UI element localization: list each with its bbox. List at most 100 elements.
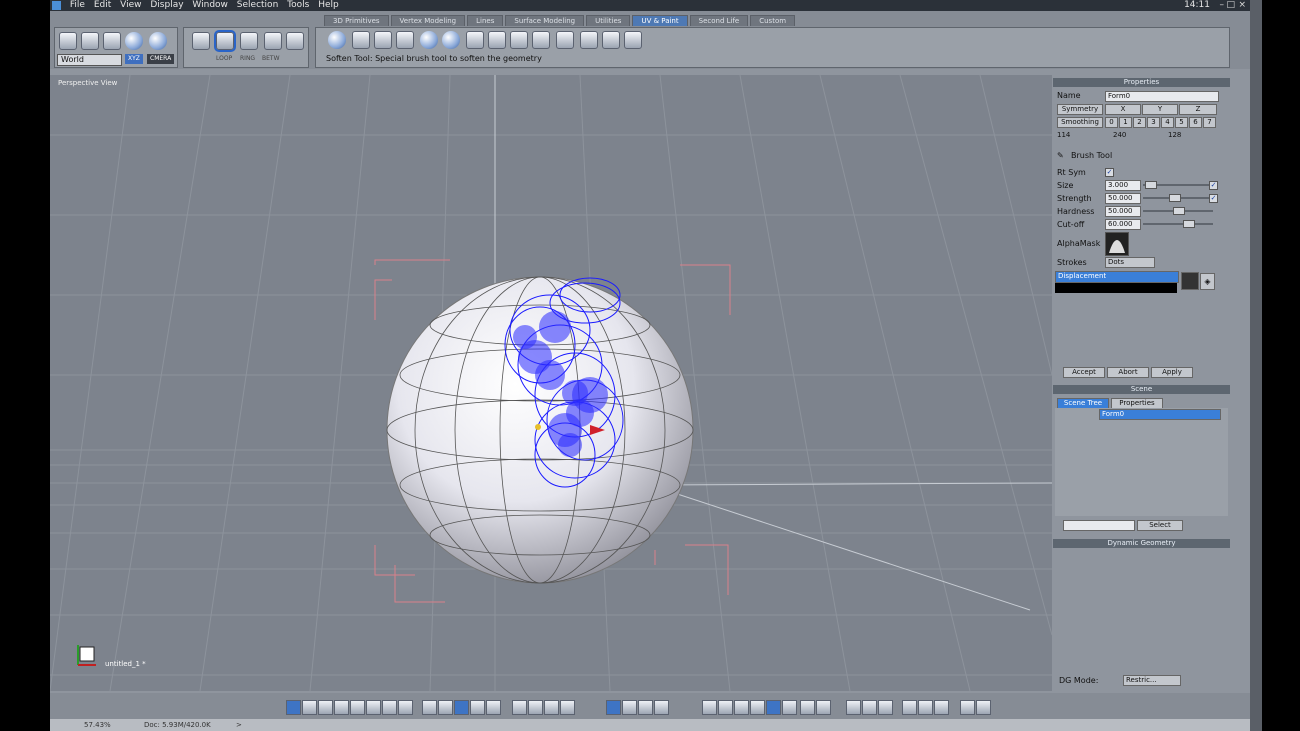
camera-toggle[interactable]: CMERA [147,54,175,64]
abort-button[interactable]: Abort [1107,367,1149,378]
menu-edit[interactable]: Edit [94,0,111,11]
split-h-view-icon[interactable] [318,700,333,715]
object-mode-icon[interactable] [192,32,210,50]
orbit-view-icon[interactable] [560,700,575,715]
smoothing-button[interactable]: Smoothing [1057,117,1103,128]
isolate-icon[interactable] [878,700,893,715]
pan-view-icon[interactable] [528,700,543,715]
uv-pin-icon[interactable] [556,31,574,49]
uv-view-icon[interactable] [422,700,437,715]
fit-view-icon[interactable] [512,700,527,715]
menu-display[interactable]: Display [150,0,183,11]
tab-lines[interactable]: Lines [467,15,504,26]
tab-uv-paint[interactable]: UV & Paint [632,15,688,26]
scale-tool-icon[interactable] [149,32,167,50]
light-shade-icon[interactable] [816,700,831,715]
wire-icon[interactable] [718,700,733,715]
uv-relax-icon[interactable] [602,31,620,49]
three-view-alt-icon[interactable] [366,700,381,715]
hardness-slider-handle[interactable] [1173,207,1185,215]
layer-color-swatch[interactable] [1181,272,1199,290]
sym-x-button[interactable]: X [1105,104,1141,115]
layout-a-icon[interactable] [382,700,397,715]
xray-icon[interactable] [862,700,877,715]
strength-slider-handle[interactable] [1169,194,1181,202]
tab-second-life[interactable]: Second Life [689,15,749,26]
accept-button[interactable]: Accept [1063,367,1105,378]
grid-view-icon[interactable] [454,700,469,715]
material-shade-icon[interactable] [800,700,815,715]
strokes-select[interactable]: Dots [1105,257,1155,268]
smooth-shade-icon[interactable] [750,700,765,715]
smoothing-level-4[interactable]: 4 [1161,117,1174,128]
paint-view-icon[interactable] [438,700,453,715]
texture-shade-icon[interactable] [782,700,797,715]
quad-view-icon[interactable] [302,700,317,715]
smoothing-level-0[interactable]: 0 [1105,117,1118,128]
size-slider-handle[interactable] [1145,181,1157,189]
layer-list[interactable] [1055,283,1177,293]
move-tool-icon[interactable] [103,32,121,50]
walk-camera-icon[interactable] [638,700,653,715]
menu-view[interactable]: View [120,0,141,11]
move-camera-icon[interactable] [606,700,621,715]
size-field[interactable]: 3.000 [1105,180,1141,191]
smoothing-level-3[interactable]: 3 [1147,117,1160,128]
ring-button[interactable]: RING [240,55,255,62]
rotate-tool-icon[interactable] [125,32,143,50]
dg-mode-select[interactable]: Restric... [1123,675,1181,686]
smooth-wire-shade-icon[interactable] [766,700,781,715]
layer-item-displacement[interactable]: Displacement [1055,271,1179,283]
tab-3d-primitives[interactable]: 3D Primitives [324,15,389,26]
hardness-field[interactable]: 50.000 [1105,206,1141,217]
strength-pressure-checkbox[interactable]: ✓ [1209,194,1218,203]
select-tool-icon[interactable] [59,32,77,50]
layout-b-icon[interactable] [398,700,413,715]
rt-sym-checkbox[interactable]: ✓ [1105,168,1114,177]
head-icon[interactable] [442,31,460,49]
tab-custom[interactable]: Custom [750,15,796,26]
scene-search-field[interactable] [1063,520,1135,531]
seam-icon[interactable] [488,31,506,49]
perspective-viewport[interactable]: Perspective View untitled_1 * [50,75,1052,691]
symmetry-button[interactable]: Symmetry [1057,104,1103,115]
unwrap-icon[interactable] [466,31,484,49]
sym-z-button[interactable]: Z [1179,104,1217,115]
vertex-mode-icon[interactable] [264,32,282,50]
soften-brush-icon[interactable] [352,31,370,49]
unhide-icon[interactable] [918,700,933,715]
menu-selection[interactable]: Selection [237,0,278,11]
flatten-brush-icon[interactable] [374,31,392,49]
tab-surface-modeling[interactable]: Surface Modeling [505,15,585,26]
cube-map-icon[interactable] [396,31,414,49]
alphamask-preview[interactable] [1105,232,1129,256]
smoothing-level-7[interactable]: 7 [1203,117,1216,128]
color-sphere-icon[interactable] [420,31,438,49]
hide-icon[interactable] [902,700,917,715]
menu-window[interactable]: Window [192,0,228,11]
menu-tools[interactable]: Tools [287,0,309,11]
table-view-icon[interactable] [486,700,501,715]
tab-utilities[interactable]: Utilities [586,15,631,26]
dolly-camera-icon[interactable] [654,700,669,715]
flag-view-icon[interactable] [470,700,485,715]
uv-flatten-icon[interactable] [580,31,598,49]
three-view-icon[interactable] [350,700,365,715]
status-arrow-icon[interactable]: > [236,721,242,729]
name-field[interactable]: Form0 [1105,91,1219,102]
uv-edit-icon[interactable] [510,31,528,49]
split-v-view-icon[interactable] [334,700,349,715]
uv-box-icon[interactable] [624,31,642,49]
freeze-icon[interactable] [934,700,949,715]
space-select[interactable]: World [57,54,122,66]
uv-cut-icon[interactable] [532,31,550,49]
maximize-icon[interactable]: □ [1226,0,1235,11]
face-mode-icon[interactable] [214,30,236,52]
sym-y-button[interactable]: Y [1142,104,1178,115]
scene-item-form0[interactable]: Form0 [1099,409,1221,420]
loop-button[interactable]: LOOP [216,55,232,62]
smoothing-level-1[interactable]: 1 [1119,117,1132,128]
strength-field[interactable]: 50.000 [1105,193,1141,204]
zoom-view-icon[interactable] [544,700,559,715]
smoothing-level-2[interactable]: 2 [1133,117,1146,128]
